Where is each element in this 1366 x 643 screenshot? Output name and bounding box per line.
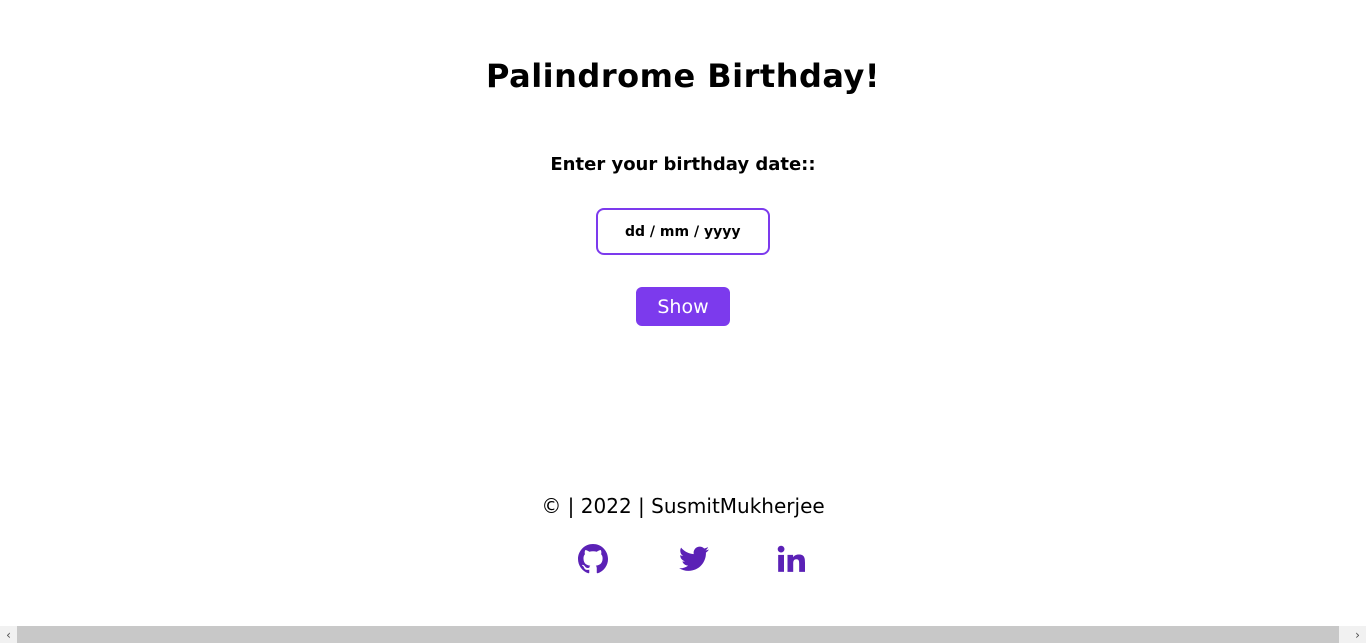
birthday-date-input[interactable]: dd / mm / yyyy xyxy=(596,208,770,255)
show-button[interactable]: Show xyxy=(636,287,730,326)
scroll-left-arrow-icon[interactable]: ‹ xyxy=(0,626,17,643)
twitter-link[interactable] xyxy=(678,543,710,575)
linkedin-icon xyxy=(777,545,805,572)
date-input-placeholder: dd / mm / yyyy xyxy=(625,223,741,240)
birthday-date-label: Enter your birthday date:: xyxy=(550,154,816,175)
linkedin-link[interactable] xyxy=(775,543,807,575)
github-icon xyxy=(578,544,608,574)
github-link[interactable] xyxy=(577,543,609,575)
horizontal-scrollbar[interactable]: ‹ › xyxy=(0,626,1366,643)
twitter-icon xyxy=(679,546,709,571)
footer-copyright: © | 2022 | SusmitMukherjee xyxy=(541,494,825,518)
scrollbar-thumb[interactable] xyxy=(17,626,1339,643)
page-title: Palindrome Birthday! xyxy=(486,57,880,95)
scroll-right-arrow-icon[interactable]: › xyxy=(1349,626,1366,643)
